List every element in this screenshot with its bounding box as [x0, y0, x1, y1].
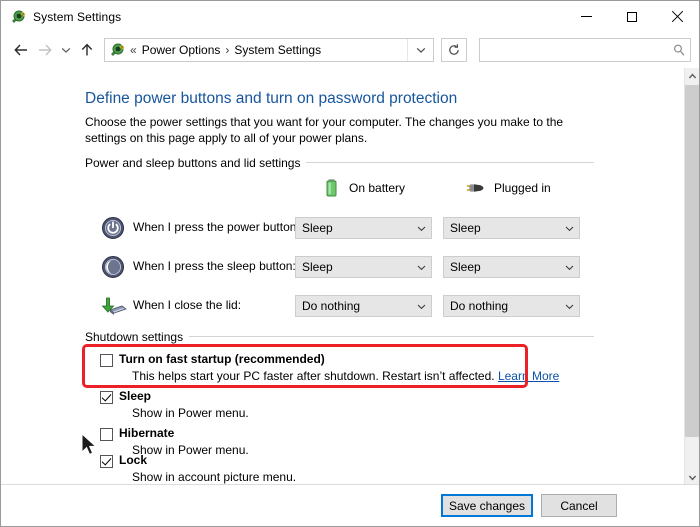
cancel-button[interactable]: Cancel — [541, 494, 617, 517]
sleep-button-plugged-in-value: Sleep — [450, 260, 481, 274]
breadcrumb[interactable]: « Power Options › System Settings — [104, 38, 434, 62]
fast-startup-description: This helps start your PC faster after sh… — [132, 369, 559, 383]
maximize-icon — [626, 11, 637, 22]
up-arrow-icon — [81, 43, 93, 56]
fast-startup-description-text: This helps start your PC faster after sh… — [132, 369, 498, 383]
power-button-icon — [101, 216, 125, 240]
back-arrow-icon — [14, 44, 27, 56]
power-plug-icon — [10, 9, 26, 25]
lock-description: Show in account picture menu. — [132, 470, 297, 484]
power-button-on-battery-value: Sleep — [302, 221, 333, 235]
chevron-down-icon — [559, 262, 579, 273]
setting-row-close-lid: When I close the lid: Do nothing Do noth… — [1, 294, 684, 318]
window-title: System Settings — [33, 9, 122, 24]
address-bar: « Power Options › System Settings — [1, 32, 699, 68]
setting-label-sleep-button: When I press the sleep button: — [133, 259, 296, 273]
minimize-button[interactable] — [564, 1, 609, 32]
search-input[interactable] — [480, 42, 668, 58]
page-description: Choose the power settings that you want … — [85, 115, 564, 145]
close-lid-on-battery-value: Do nothing — [302, 299, 361, 313]
power-plug-icon — [109, 42, 125, 58]
maximize-button[interactable] — [609, 1, 654, 32]
window-controls — [564, 1, 699, 32]
hibernate-checkbox[interactable] — [100, 428, 113, 441]
sleep-label: Sleep — [119, 389, 152, 403]
scroll-up-button[interactable] — [685, 68, 699, 85]
mouse-cursor — [81, 432, 99, 464]
refresh-button[interactable] — [441, 38, 467, 62]
close-lid-plugged-in-dropdown[interactable]: Do nothing — [443, 295, 580, 317]
up-button[interactable] — [75, 36, 99, 64]
forward-arrow-icon — [39, 44, 52, 56]
search-box[interactable] — [479, 38, 691, 62]
scroll-up-arrow-icon — [688, 73, 697, 79]
power-button-plugged-in-dropdown[interactable]: Sleep — [443, 217, 580, 239]
scrollbar-thumb[interactable] — [685, 85, 699, 437]
setting-row-power-button: When I press the power button: Sleep Sle… — [1, 216, 684, 240]
breadcrumb-item-system-settings[interactable]: System Settings — [234, 43, 321, 57]
page-title: Define power buttons and turn on passwor… — [85, 90, 458, 107]
lock-checkbox[interactable] — [100, 455, 113, 468]
group-label-shutdown: Shutdown settings — [85, 330, 190, 344]
sleep-description: Show in Power menu. — [132, 406, 249, 420]
dialog-footer: Save changes Cancel — [1, 484, 699, 526]
chevron-down-icon — [411, 223, 431, 234]
recent-locations-icon — [61, 47, 71, 53]
chevron-down-icon — [559, 301, 579, 312]
close-lid-on-battery-dropdown[interactable]: Do nothing — [295, 295, 432, 317]
sleep-button-on-battery-dropdown[interactable]: Sleep — [295, 256, 432, 278]
breadcrumb-item-power-options[interactable]: Power Options — [142, 43, 221, 57]
back-button[interactable] — [9, 36, 33, 64]
hibernate-description: Show in Power menu. — [132, 443, 249, 457]
chevron-down-icon — [411, 262, 431, 273]
column-label-plugged-in: Plugged in — [494, 181, 551, 195]
group-divider-power-sleep — [291, 162, 594, 163]
breadcrumb-separator[interactable]: › — [220, 43, 234, 57]
breadcrumb-dropdown-button[interactable] — [407, 39, 433, 61]
close-button[interactable] — [654, 1, 699, 32]
setting-label-close-lid: When I close the lid: — [133, 298, 242, 312]
title-bar: System Settings — [1, 1, 699, 32]
lock-label: Lock — [119, 453, 148, 467]
system-settings-window: System Settings « Power Options › System… — [0, 0, 700, 527]
laptop-lid-icon — [101, 294, 127, 318]
close-lid-plugged-in-value: Do nothing — [450, 299, 509, 313]
battery-icon — [326, 179, 337, 197]
fast-startup-checkbox[interactable] — [100, 354, 113, 367]
power-plug-icon — [466, 184, 484, 192]
sleep-checkbox[interactable] — [100, 391, 113, 404]
group-label-power-sleep: Power and sleep buttons and lid settings — [85, 156, 307, 170]
sleep-button-icon — [101, 255, 125, 279]
scroll-down-arrow-icon — [688, 475, 697, 481]
fast-startup-label: Turn on fast startup (recommended) — [119, 352, 325, 366]
recent-locations-button[interactable] — [57, 36, 75, 64]
close-icon — [671, 11, 683, 23]
setting-row-sleep-button: When I press the sleep button: Sleep Sle… — [1, 255, 684, 279]
hibernate-label: Hibernate — [119, 426, 175, 440]
sleep-button-on-battery-value: Sleep — [302, 260, 333, 274]
column-label-on-battery: On battery — [349, 181, 406, 195]
sleep-button-plugged-in-dropdown[interactable]: Sleep — [443, 256, 580, 278]
chevron-down-icon — [559, 223, 579, 234]
search-icon[interactable] — [668, 43, 690, 57]
learn-more-link[interactable]: Learn More — [498, 369, 559, 383]
vertical-scrollbar[interactable] — [684, 68, 699, 486]
refresh-icon — [449, 44, 459, 55]
column-header-plugged-in: Plugged in — [464, 178, 551, 198]
settings-content: Define power buttons and turn on passwor… — [1, 68, 684, 486]
column-header-on-battery: On battery — [323, 178, 405, 198]
save-changes-button[interactable]: Save changes — [441, 494, 533, 517]
power-button-on-battery-dropdown[interactable]: Sleep — [295, 217, 432, 239]
forward-button — [33, 36, 57, 64]
breadcrumb-overflow[interactable]: « — [125, 43, 142, 57]
chevron-down-icon — [416, 47, 425, 53]
chevron-down-icon — [411, 301, 431, 312]
minimize-icon — [581, 16, 592, 17]
power-button-plugged-in-value: Sleep — [450, 221, 481, 235]
setting-label-power-button: When I press the power button: — [133, 220, 300, 234]
group-divider-shutdown — [179, 336, 594, 337]
